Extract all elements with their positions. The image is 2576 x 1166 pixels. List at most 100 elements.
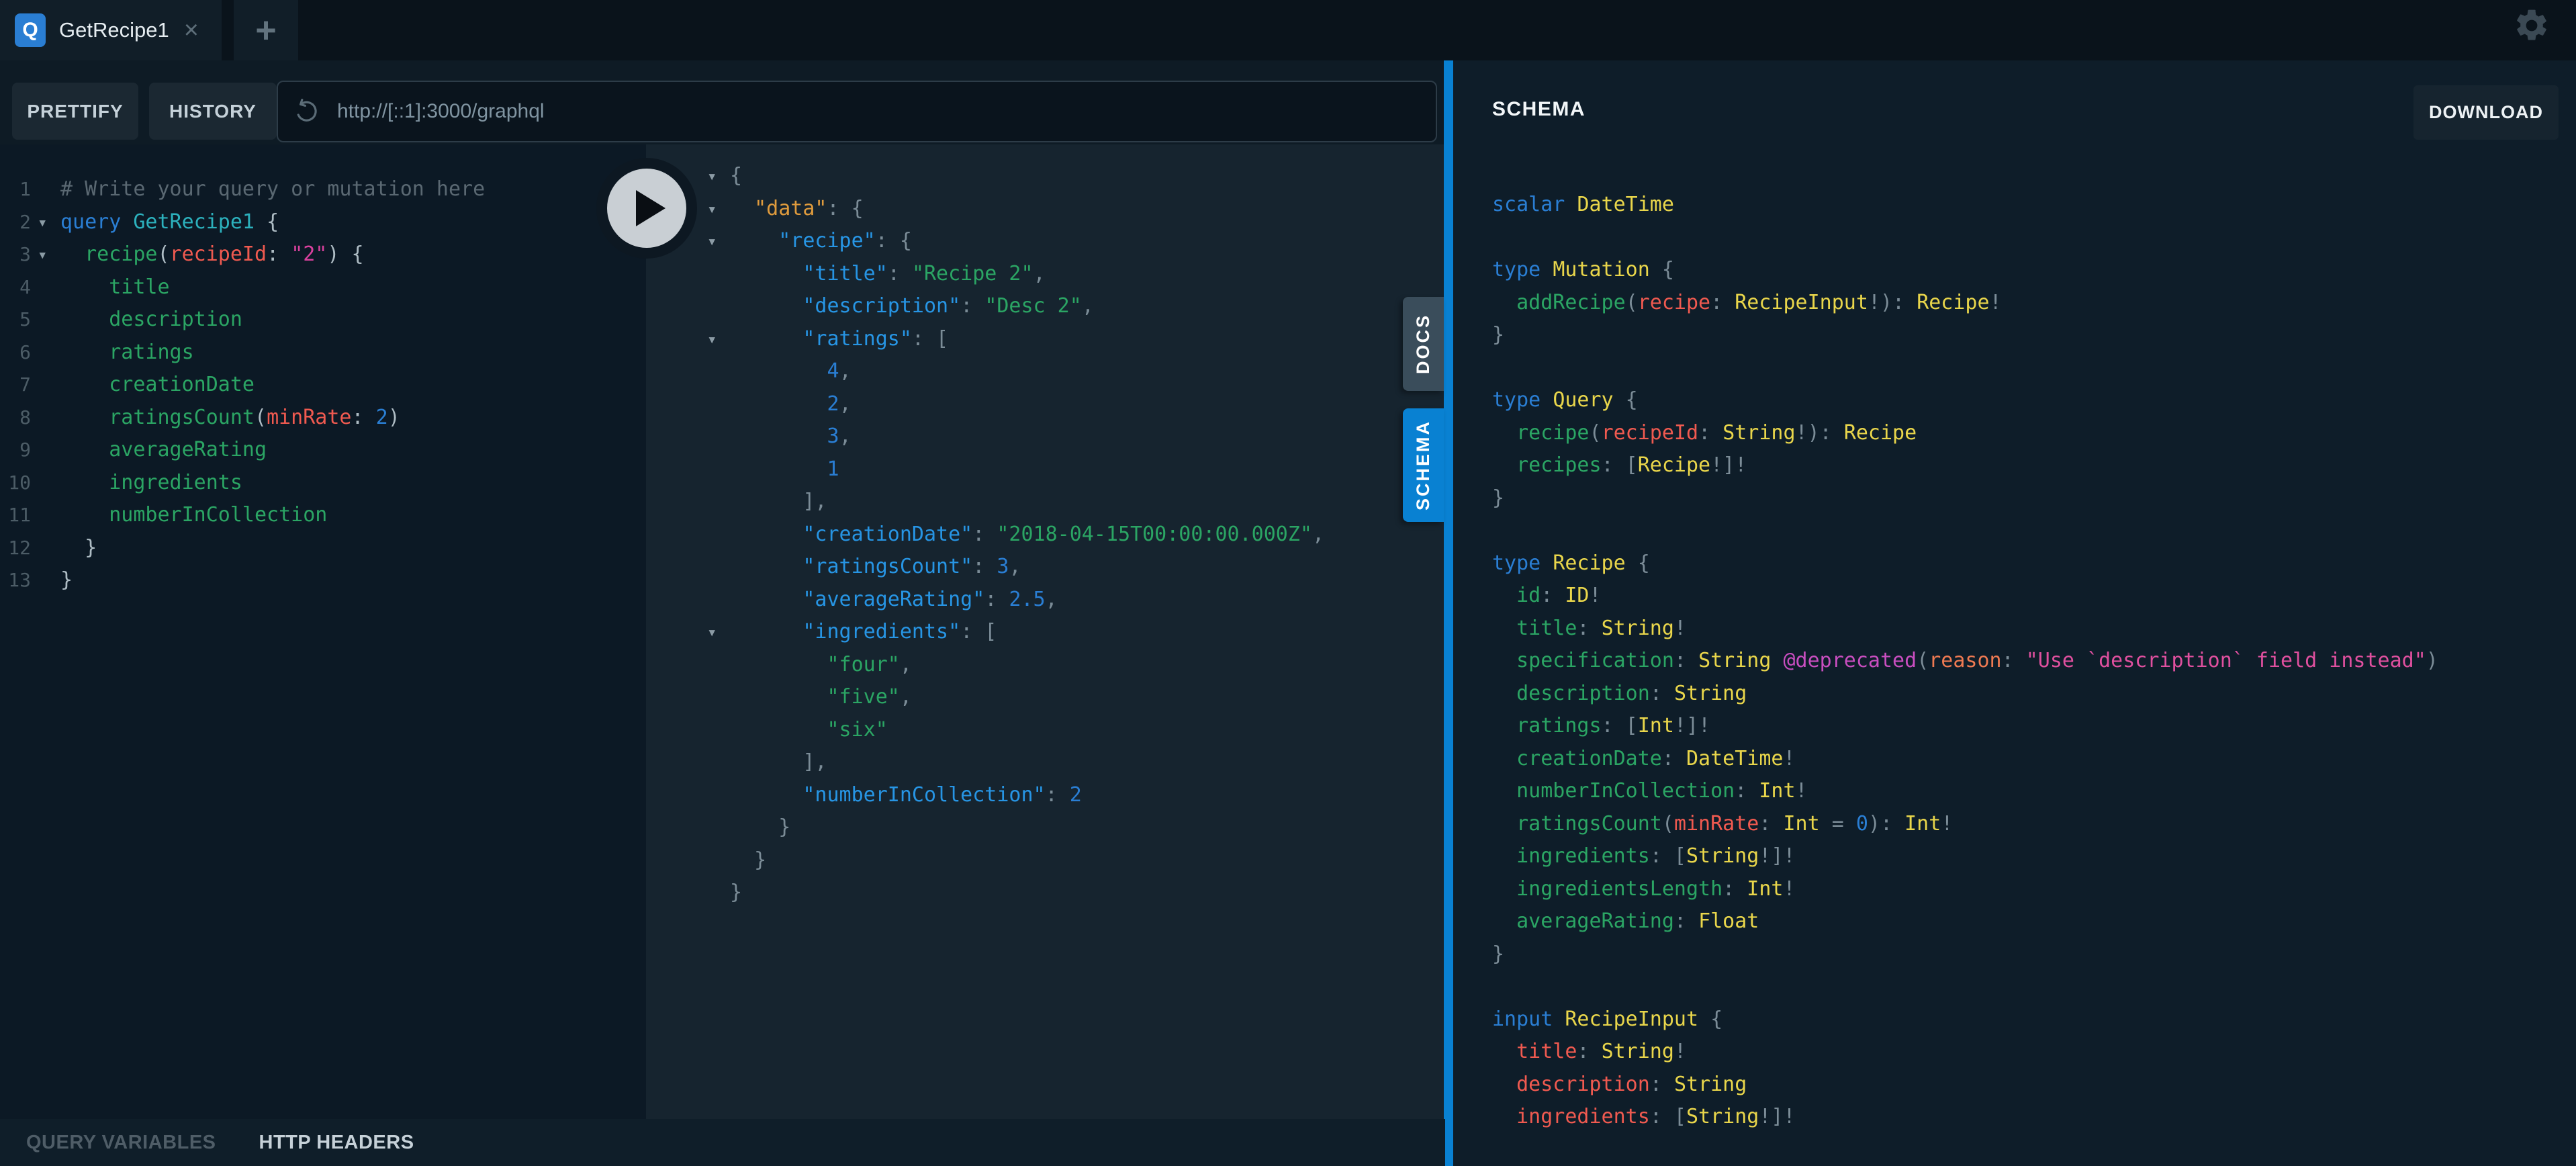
code-line: "creationDate": "2018-04-15T00:00:00.000…	[646, 519, 1444, 551]
line-number: 11	[0, 499, 31, 532]
line-number: 1	[0, 173, 31, 206]
code-text: "six"	[730, 714, 1444, 747]
schema-tab-label: SCHEMA	[1413, 420, 1434, 510]
query-editor-code[interactable]: 1# Write your query or mutation here2▾qu…	[0, 144, 646, 597]
code-line: "four",	[646, 649, 1444, 682]
code-line: "five",	[646, 681, 1444, 714]
tab-docs[interactable]: DOCS	[1403, 297, 1444, 391]
code-text: }	[1492, 942, 1504, 966]
code-line: numberInCollection: Int!	[1492, 775, 2576, 808]
code-line: 4,	[646, 355, 1444, 388]
code-text: "creationDate": "2018-04-15T00:00:00.000…	[730, 519, 1444, 551]
code-line: 6 ratings	[0, 337, 646, 369]
history-button[interactable]: HISTORY	[149, 83, 277, 140]
fold-arrow-icon[interactable]: ▾	[707, 616, 717, 649]
code-text: query GetRecipe1 {	[60, 206, 646, 239]
code-text: "five",	[730, 681, 1444, 714]
code-text: scalar DateTime	[1492, 193, 1674, 216]
code-text: type Query {	[1492, 388, 1638, 412]
code-text: title	[60, 271, 646, 304]
pane-divider[interactable]	[1444, 60, 1453, 1166]
reload-icon[interactable]	[293, 98, 320, 125]
code-text: addRecipe(recipe: RecipeInput!): Recipe!	[1492, 291, 2002, 314]
query-editor-pane[interactable]: 1# Write your query or mutation here2▾qu…	[0, 144, 646, 1119]
code-line: 5 description	[0, 304, 646, 337]
code-line: creationDate: DateTime!	[1492, 743, 2576, 776]
line-number: 8	[0, 402, 31, 435]
gear-icon[interactable]	[2513, 7, 2550, 44]
fold-arrow-icon[interactable]: ▾	[707, 225, 717, 258]
code-line: 3,	[646, 420, 1444, 453]
play-icon	[607, 169, 686, 248]
new-tab-button[interactable]: +	[234, 0, 298, 60]
code-line: 2▾query GetRecipe1 {	[0, 206, 646, 239]
code-line: ratings: [Int!]!	[1492, 710, 2576, 743]
code-line: }	[1492, 938, 2576, 971]
code-line: addRecipe(recipe: RecipeInput!): Recipe!	[1492, 287, 2576, 320]
code-text: "title": "Recipe 2",	[730, 258, 1444, 291]
line-number: 9	[0, 434, 31, 467]
code-line: ratingsCount(minRate: Int = 0): Int!	[1492, 808, 2576, 841]
code-text: ratingsCount(minRate: Int = 0): Int!	[1492, 812, 1953, 836]
line-number: 6	[0, 337, 31, 369]
code-line: scalar DateTime	[1492, 189, 2576, 222]
editor-footer: QUERY VARIABLES HTTP HEADERS	[0, 1119, 1445, 1166]
code-text: ],	[730, 746, 1444, 779]
line-number: 4	[0, 271, 31, 304]
endpoint-url-input[interactable]	[337, 100, 1412, 123]
code-text: "averageRating": 2.5,	[730, 584, 1444, 617]
code-text: 2,	[730, 388, 1444, 421]
code-text: recipe(recipeId: "2") {	[60, 238, 646, 271]
fold-arrow-icon[interactable]: ▾	[38, 206, 47, 239]
fold-arrow-icon[interactable]: ▾	[707, 323, 717, 356]
code-text: }	[730, 877, 1444, 909]
code-text: 3,	[730, 420, 1444, 453]
code-line: input RecipeInput {	[1492, 1003, 2576, 1036]
code-line: "ratingsCount": 3,	[646, 551, 1444, 584]
line-number: 12	[0, 532, 31, 565]
code-line	[1492, 352, 2576, 385]
http-headers-tab[interactable]: HTTP HEADERS	[259, 1132, 414, 1154]
code-text: creationDate: DateTime!	[1492, 747, 1796, 770]
code-text: specification: String @deprecated(reason…	[1492, 649, 2438, 672]
line-number: 13	[0, 564, 31, 597]
code-text: ingredients: [String!]!	[1492, 844, 1796, 868]
endpoint-url-bar[interactable]	[277, 81, 1437, 142]
schema-sdl-code: scalar DateTime type Mutation { addRecipe…	[1492, 189, 2576, 1134]
code-line: averageRating: Float	[1492, 905, 2576, 938]
code-line: ingredients: [String!]!	[1492, 1101, 2576, 1134]
prettify-button[interactable]: PRETTIFY	[12, 83, 138, 140]
code-text: "numberInCollection": 2	[730, 779, 1444, 812]
code-line	[1492, 514, 2576, 547]
fold-arrow-icon[interactable]: ▾	[707, 193, 717, 226]
code-line	[1492, 971, 2576, 1003]
download-button[interactable]: DOWNLOAD	[2413, 85, 2559, 140]
code-text: ],	[730, 486, 1444, 519]
code-line: type Mutation {	[1492, 254, 2576, 287]
code-text: "ingredients": [	[730, 616, 1444, 649]
code-line: 9 averageRating	[0, 434, 646, 467]
fold-arrow-icon[interactable]: ▾	[38, 238, 47, 271]
code-text: title: String!	[1492, 617, 1686, 640]
line-number: 5	[0, 304, 31, 337]
tab-schema[interactable]: SCHEMA	[1403, 408, 1444, 522]
close-icon[interactable]: ×	[184, 17, 199, 43]
query-type-badge: Q	[15, 13, 46, 47]
code-text: }	[60, 532, 646, 565]
code-text: description: String	[1492, 1073, 1747, 1096]
tab-title: GetRecipe1	[59, 18, 169, 42]
code-line: 1# Write your query or mutation here	[0, 173, 646, 206]
code-line: "numberInCollection": 2	[646, 779, 1444, 812]
code-line: 2,	[646, 388, 1444, 421]
code-line: }	[646, 877, 1444, 909]
fold-arrow-icon[interactable]: ▾	[707, 160, 717, 193]
code-line: title: String!	[1492, 613, 2576, 645]
code-text: 4,	[730, 355, 1444, 388]
tab-getrecipe1[interactable]: Q GetRecipe1 ×	[0, 0, 222, 60]
code-line: description: String	[1492, 678, 2576, 711]
query-variables-tab[interactable]: QUERY VARIABLES	[26, 1132, 216, 1154]
code-text: creationDate	[60, 369, 646, 402]
code-text: averageRating	[60, 434, 646, 467]
execute-query-button[interactable]	[596, 158, 697, 259]
code-line: }	[1492, 319, 2576, 352]
